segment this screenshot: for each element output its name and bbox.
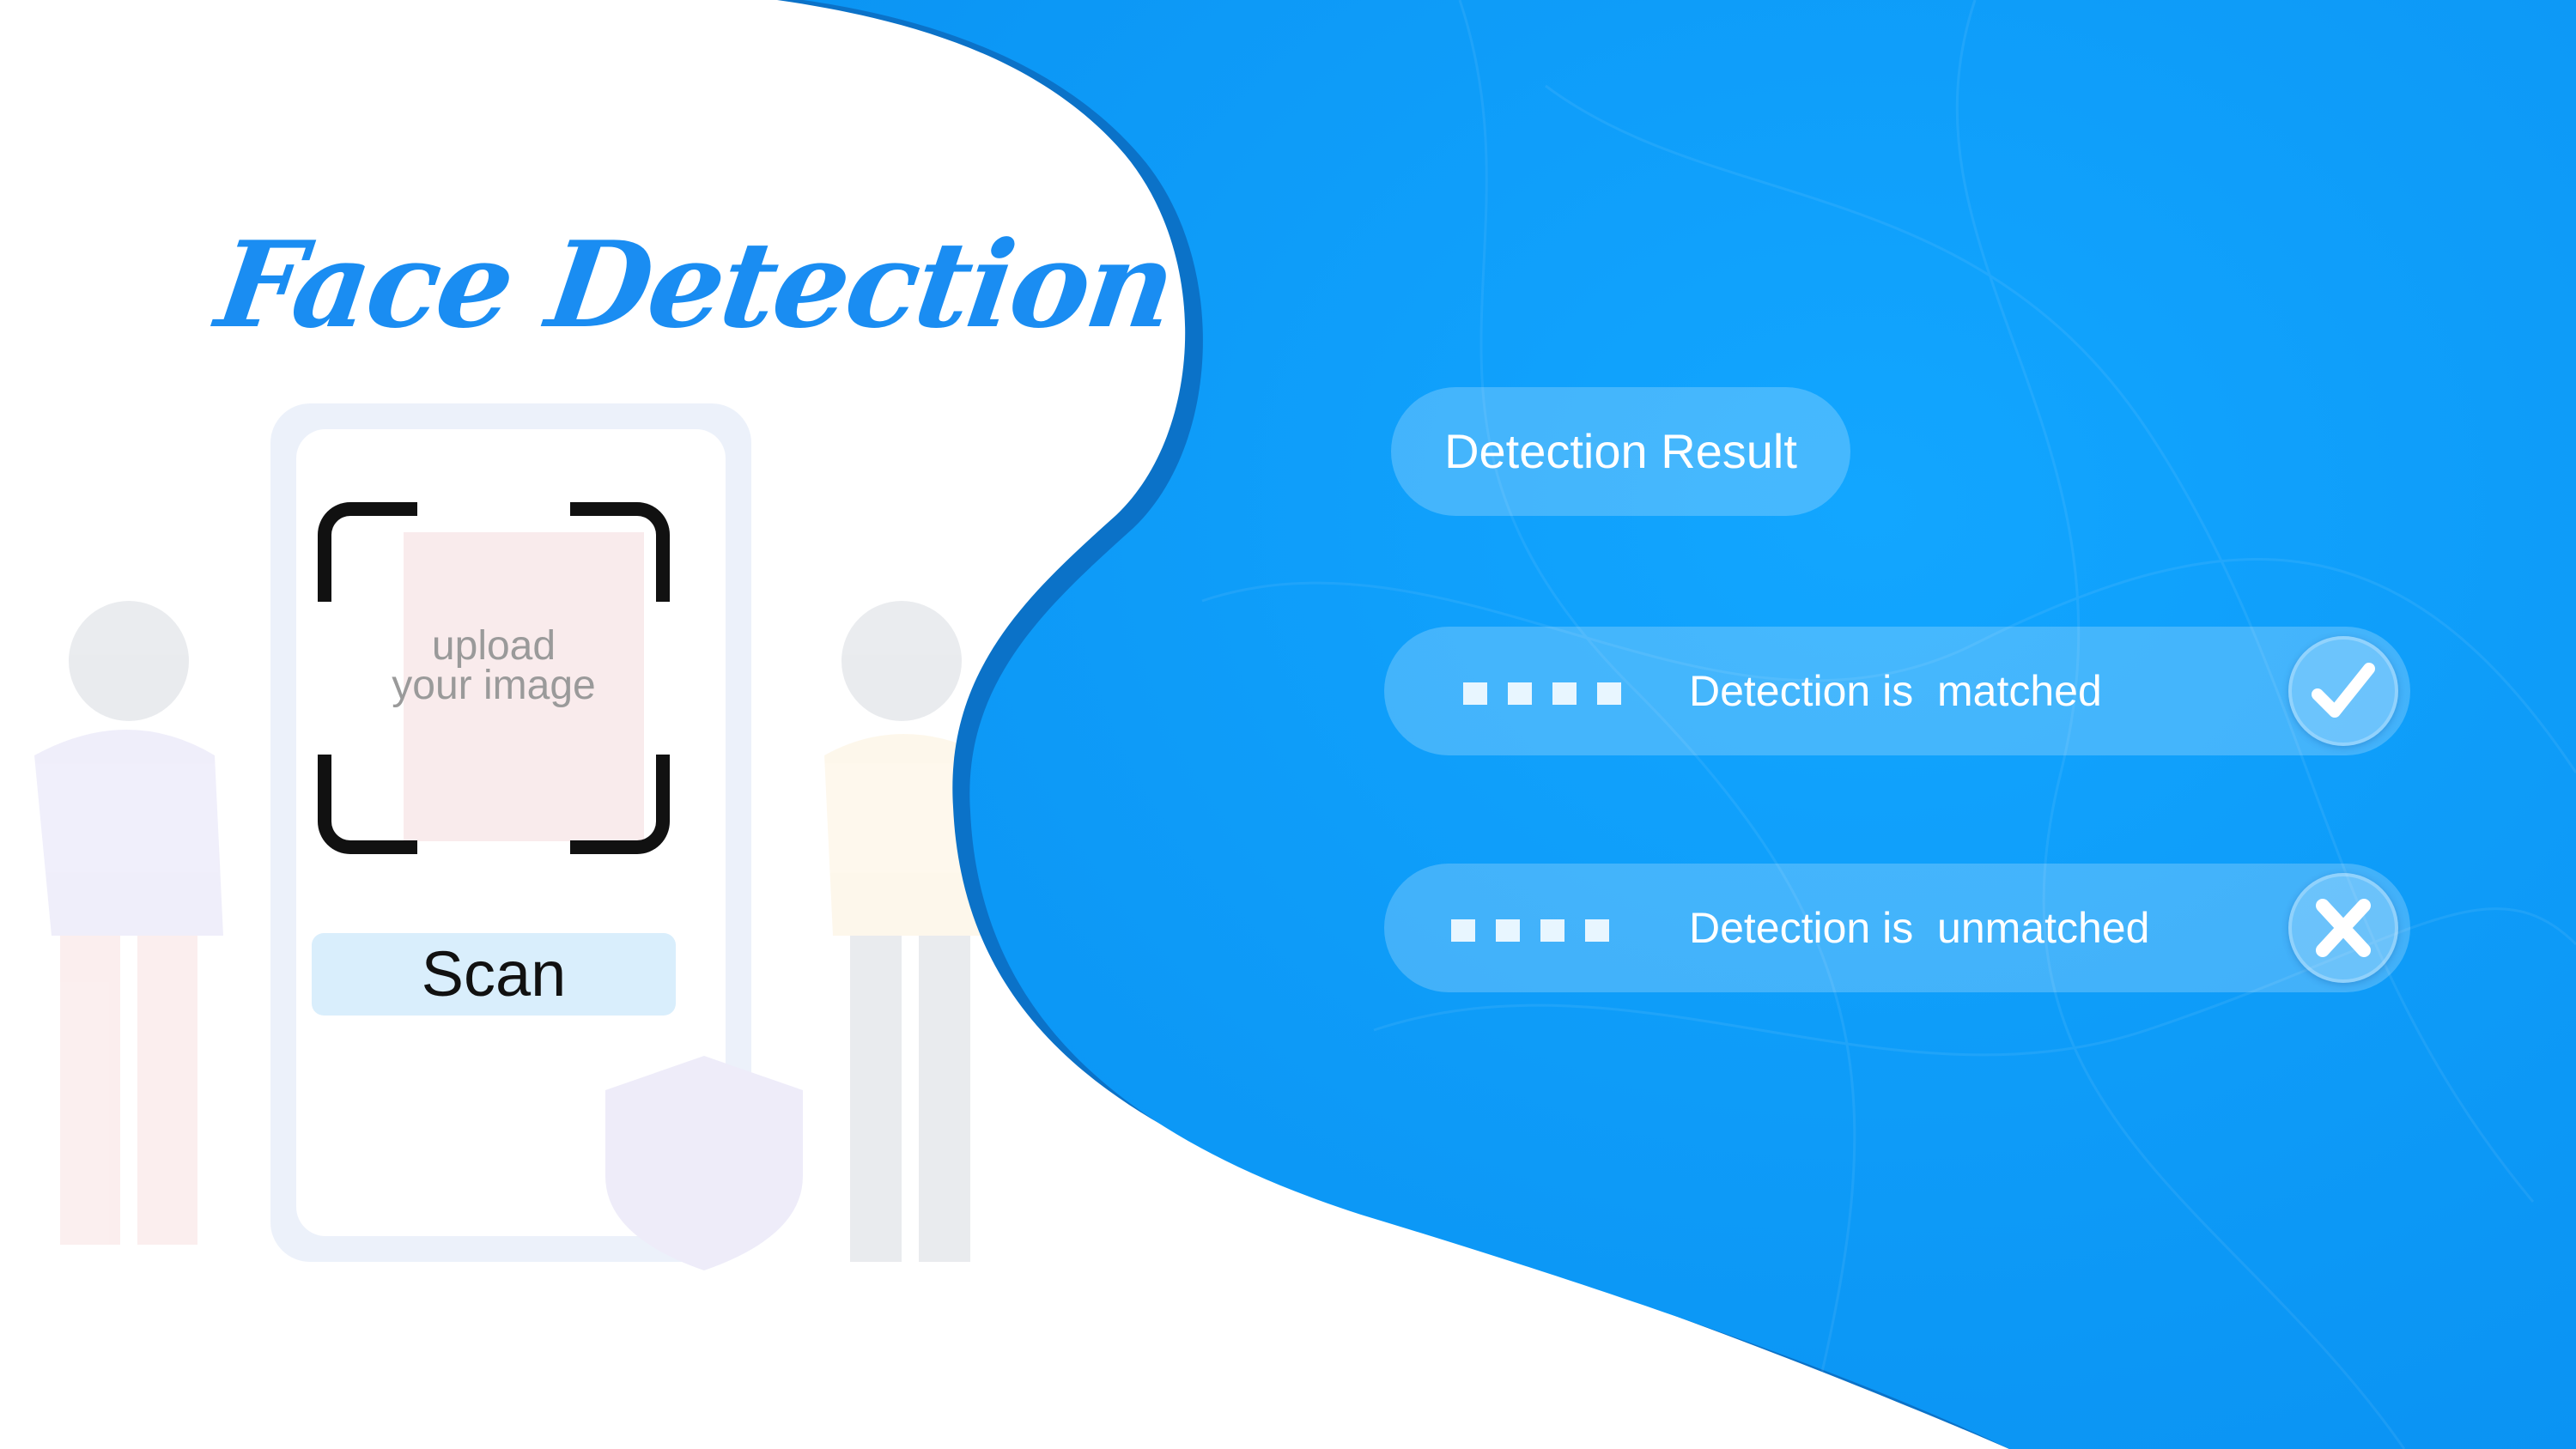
app-title: Face Detection	[209, 215, 1182, 355]
result-row-unmatched: Detection is unmatched	[1384, 864, 2410, 992]
upload-prompt-line2: your image	[392, 663, 596, 708]
upload-prompt-line1: upload	[431, 623, 556, 669]
progress-dot	[1451, 919, 1475, 942]
upload-drop-area[interactable]: upload your image	[318, 502, 670, 854]
x-glyph	[2316, 899, 2371, 957]
scan-button[interactable]: Scan	[312, 933, 676, 1016]
checkmark-glyph	[2312, 663, 2375, 718]
progress-dots	[1451, 919, 1609, 942]
progress-dot	[1496, 919, 1520, 942]
result-row-matched: Detection is matched	[1384, 627, 2410, 755]
progress-dots	[1463, 682, 1621, 705]
scan-corner-bottom-right	[570, 755, 670, 854]
result-label-matched: Detection is matched	[1689, 667, 2102, 715]
checkmark-icon[interactable]	[2288, 636, 2398, 746]
progress-dot	[1585, 919, 1609, 942]
face-detection-screen: Face Detection upload your image Scan De…	[0, 0, 2576, 1449]
result-label-unmatched: Detection is unmatched	[1689, 904, 2150, 952]
scan-corner-bottom-left	[318, 755, 417, 854]
progress-dot	[1508, 682, 1532, 705]
scan-corner-top-left	[318, 502, 417, 602]
progress-dot	[1463, 682, 1487, 705]
detection-result-heading: Detection Result	[1391, 387, 1850, 516]
progress-dot	[1597, 682, 1621, 705]
progress-dot	[1552, 682, 1577, 705]
x-icon[interactable]	[2288, 873, 2398, 983]
scan-corner-top-right	[570, 502, 670, 602]
upload-prompt: upload your image	[318, 623, 670, 708]
progress-dot	[1540, 919, 1564, 942]
